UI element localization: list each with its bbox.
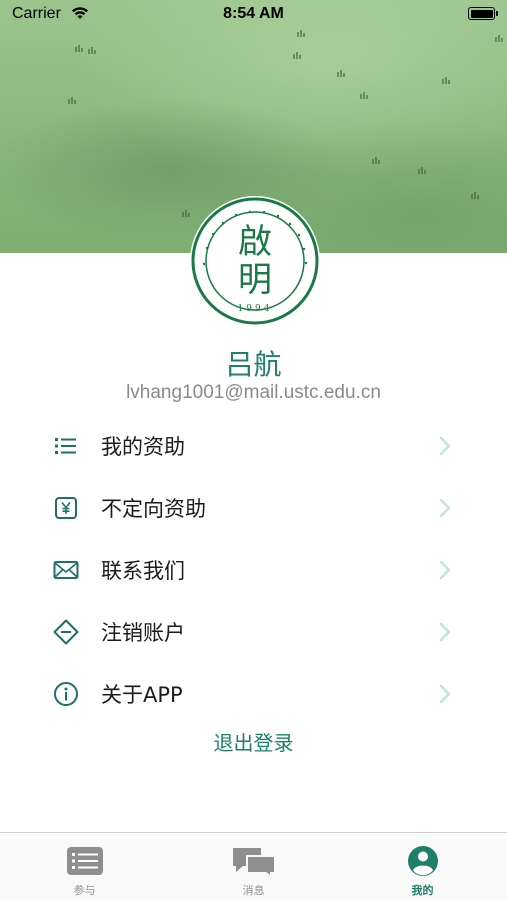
grass-decoration: [88, 47, 98, 54]
mail-icon: [53, 561, 79, 579]
minus-diamond-icon: [53, 619, 79, 645]
logo-year: 1994: [237, 304, 273, 314]
grass-decoration: [442, 77, 452, 84]
menu-item-my-donations[interactable]: 我的资助: [0, 414, 507, 476]
tab-bar: 参与 消息 我的: [0, 832, 507, 900]
list-icon: [55, 438, 76, 454]
menu-label: 不定向资助: [101, 497, 206, 521]
menu-label: 关于APP: [101, 683, 183, 707]
logo-seal: 啟 明: [220, 220, 290, 302]
tab-messages[interactable]: 消息: [169, 833, 338, 900]
grass-decoration: [372, 157, 382, 164]
grass-decoration: [68, 97, 78, 104]
user-name: 吕航: [225, 348, 282, 381]
chevron-right-icon: [439, 560, 451, 580]
grass-decoration: [75, 45, 85, 52]
account-menu: 我的资助 不定向资助 联系我们 注销账户 关于APP: [0, 414, 507, 724]
grass-decoration: [495, 35, 505, 42]
grass-decoration: [418, 167, 428, 174]
menu-item-contact-us[interactable]: 联系我们: [0, 538, 507, 600]
logo-char-bottom: 明: [238, 260, 272, 300]
club-logo: 啟 明 1994: [190, 196, 320, 326]
grass-decoration: [471, 192, 481, 199]
list-card-icon: [67, 847, 103, 875]
info-icon: [54, 682, 78, 706]
user-email: lvhang1001@mail.ustc.edu.cn: [126, 382, 381, 403]
menu-item-undirected-donation[interactable]: 不定向资助: [0, 476, 507, 538]
person-icon: [408, 846, 438, 876]
status-bar: Carrier 8:54 AM: [0, 0, 507, 30]
yen-icon: [55, 497, 77, 519]
chat-bubbles-icon: [233, 848, 276, 877]
menu-label: 注销账户: [101, 621, 185, 645]
tab-label: 参与: [73, 884, 96, 897]
grass-decoration: [337, 70, 347, 77]
grass-decoration: [293, 52, 303, 59]
menu-item-about-app[interactable]: 关于APP: [0, 662, 507, 724]
menu-label: 我的资助: [101, 435, 185, 459]
chevron-right-icon: [439, 498, 451, 518]
menu-label: 联系我们: [101, 559, 185, 583]
menu-item-deactivate-account[interactable]: 注销账户: [0, 600, 507, 662]
chevron-right-icon: [439, 436, 451, 456]
grass-decoration: [297, 30, 307, 37]
logout-button[interactable]: 退出登录: [0, 727, 507, 756]
tab-mine[interactable]: 我的: [338, 833, 507, 900]
clock: 8:54 AM: [223, 5, 284, 22]
battery-icon: [468, 7, 498, 20]
tab-participate[interactable]: 参与: [0, 833, 169, 900]
logo-char-top: 啟: [238, 222, 272, 262]
chevron-right-icon: [439, 622, 451, 642]
chevron-right-icon: [439, 684, 451, 704]
tab-label: 消息: [242, 884, 265, 897]
grass-decoration: [360, 92, 370, 99]
tab-label: 我的: [411, 884, 434, 897]
